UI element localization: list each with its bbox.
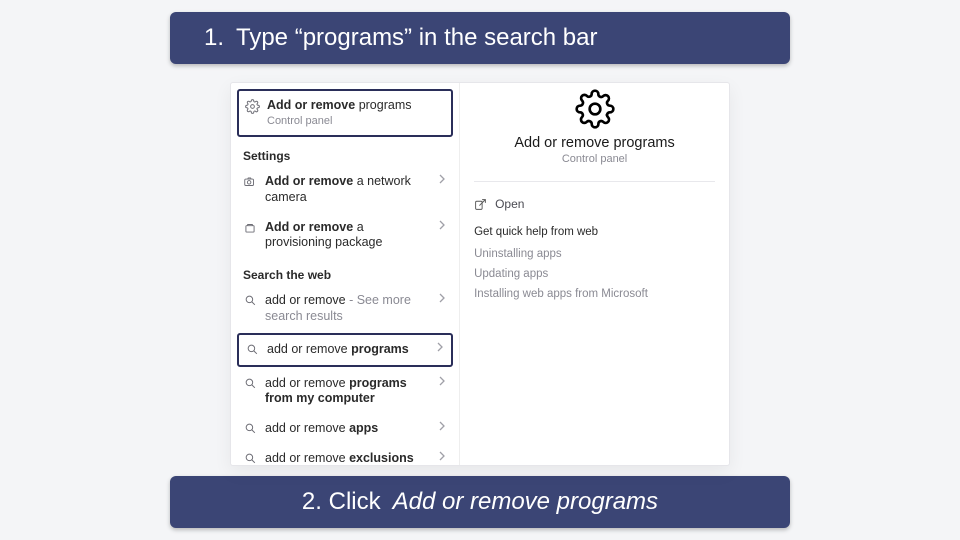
help-updating[interactable]: Updating apps [474, 264, 715, 284]
preview-title: Add or remove programs [514, 135, 674, 151]
search-icon [241, 422, 259, 435]
chevron-right-icon [433, 342, 447, 352]
gear-icon-large [575, 89, 615, 129]
section-web: Search the web [237, 258, 453, 286]
best-match-highlight: Add or remove programs Control panel [237, 89, 453, 137]
open-label: Open [495, 197, 524, 211]
settings-result-provisioning[interactable]: Add or remove a provisioning package [237, 213, 453, 258]
search-icon [241, 294, 259, 307]
search-icon [243, 343, 261, 356]
instruction-italic: Add or remove programs [393, 488, 658, 516]
instruction-prefix: 2. Click [302, 488, 381, 516]
help-header: Get quick help from web [474, 216, 715, 244]
chevron-right-icon [435, 376, 449, 386]
best-match-item[interactable]: Add or remove programs Control panel [239, 91, 451, 135]
instruction-callout-2: 2. Click Add or remove programs [170, 476, 790, 528]
web-result-see-more[interactable]: add or remove - See more search results [237, 286, 453, 331]
open-action[interactable]: Open [474, 192, 715, 216]
instruction-number: 1. [196, 24, 224, 52]
search-icon [241, 377, 259, 390]
section-settings: Settings [237, 139, 453, 167]
instruction-text: Type “programs” in the search bar [236, 24, 598, 52]
help-installing-web[interactable]: Installing web apps from Microsoft [474, 284, 715, 304]
web-result-apps[interactable]: add or remove apps [237, 414, 453, 444]
web-result-exclusions[interactable]: add or remove exclusions [237, 444, 453, 466]
help-uninstalling[interactable]: Uninstalling apps [474, 244, 715, 264]
chevron-right-icon [435, 220, 449, 230]
preview-pane: Add or remove programs Control panel Ope… [460, 83, 729, 465]
divider [474, 181, 715, 182]
instruction-callout-1: 1. Type “programs” in the search bar [170, 12, 790, 64]
search-icon [241, 452, 259, 465]
web-result-programs[interactable]: add or remove programs [239, 335, 451, 365]
gear-icon [243, 99, 261, 114]
settings-result-network-camera[interactable]: Add or remove a network camera [237, 167, 453, 212]
package-icon [241, 221, 259, 235]
chevron-right-icon [435, 421, 449, 431]
chevron-right-icon [435, 451, 449, 461]
search-results-list: Add or remove programs Control panel Set… [231, 83, 460, 465]
camera-icon [241, 175, 259, 189]
web-result-programs-from-computer[interactable]: add or remove programs from my computer [237, 369, 453, 414]
web-result-programs-highlight: add or remove programs [237, 333, 453, 367]
preview-subtitle: Control panel [562, 153, 627, 165]
chevron-right-icon [435, 174, 449, 184]
best-match-text: Add or remove programs Control panel [261, 98, 447, 128]
chevron-right-icon [435, 293, 449, 303]
open-icon [474, 198, 487, 211]
search-results-window: Add or remove programs Control panel Set… [230, 82, 730, 466]
